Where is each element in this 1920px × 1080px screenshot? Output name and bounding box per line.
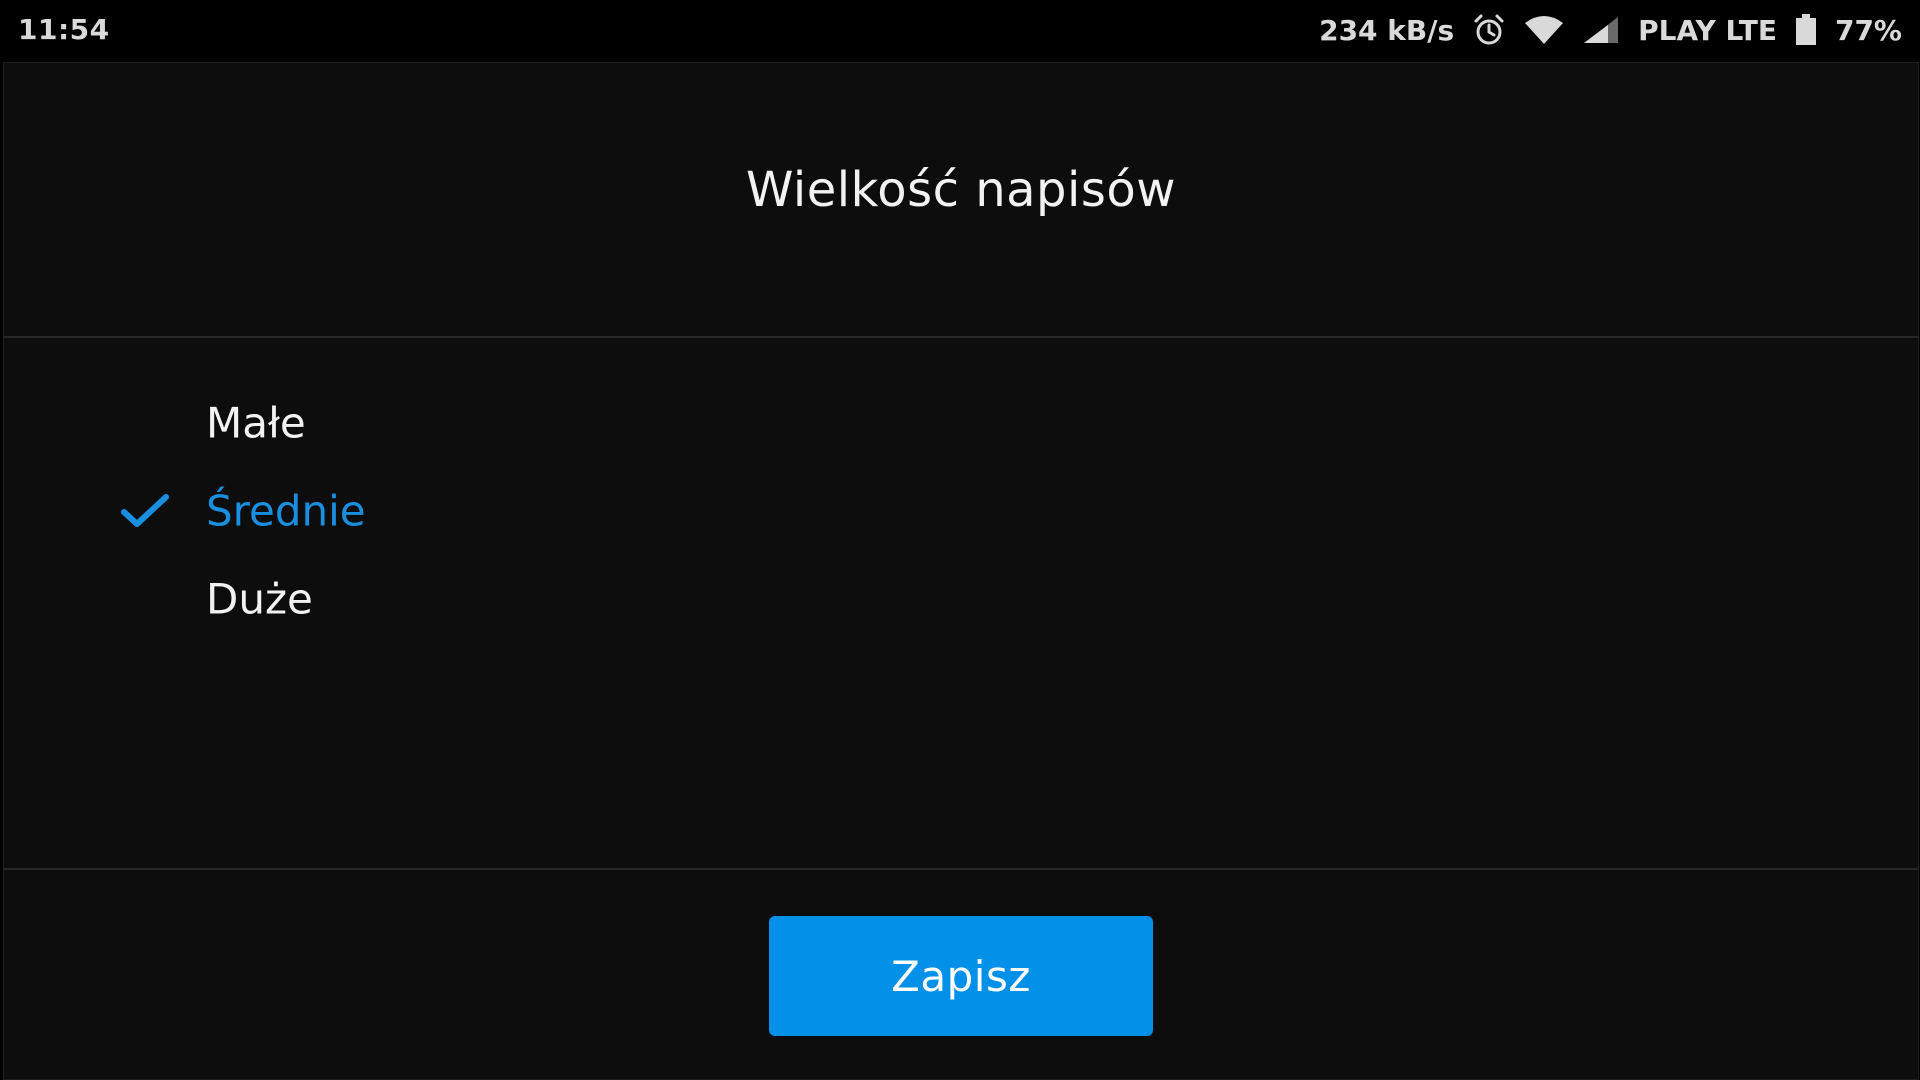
option-label: Małe	[206, 398, 306, 448]
checkmark-icon	[121, 494, 169, 527]
carrier-label: PLAY LTE	[1638, 13, 1777, 47]
size-options-list: Małe Średnie Duże	[4, 338, 1918, 870]
option-large[interactable]: Duże	[4, 549, 1918, 649]
status-time: 11:54	[18, 13, 110, 46]
battery-icon	[1795, 14, 1817, 46]
battery-percent: 77%	[1834, 13, 1902, 47]
save-button[interactable]: Zapisz	[769, 916, 1153, 1036]
option-medium[interactable]: Średnie	[4, 461, 1918, 561]
status-right-group: 234 kB/s PLAY LTE 77%	[1319, 0, 1902, 60]
signal-icon	[1582, 15, 1620, 45]
dialog-title: Wielkość napisów	[746, 161, 1176, 218]
subtitle-size-dialog: Wielkość napisów Małe Średnie Duże Zapis…	[3, 62, 1919, 1080]
wifi-icon	[1524, 15, 1564, 45]
dialog-footer: Zapisz	[4, 870, 1918, 1079]
network-speed: 234 kB/s	[1319, 13, 1455, 47]
alarm-icon	[1472, 13, 1506, 47]
status-bar: 11:54 234 kB/s PLAY LTE 77%	[0, 0, 1920, 60]
option-label: Średnie	[206, 486, 366, 536]
option-label: Duże	[206, 574, 313, 624]
option-small[interactable]: Małe	[4, 373, 1918, 473]
dialog-header: Wielkość napisów	[4, 63, 1918, 338]
screen: 11:54 234 kB/s PLAY LTE 77% Wielkość nap…	[0, 0, 1920, 1080]
